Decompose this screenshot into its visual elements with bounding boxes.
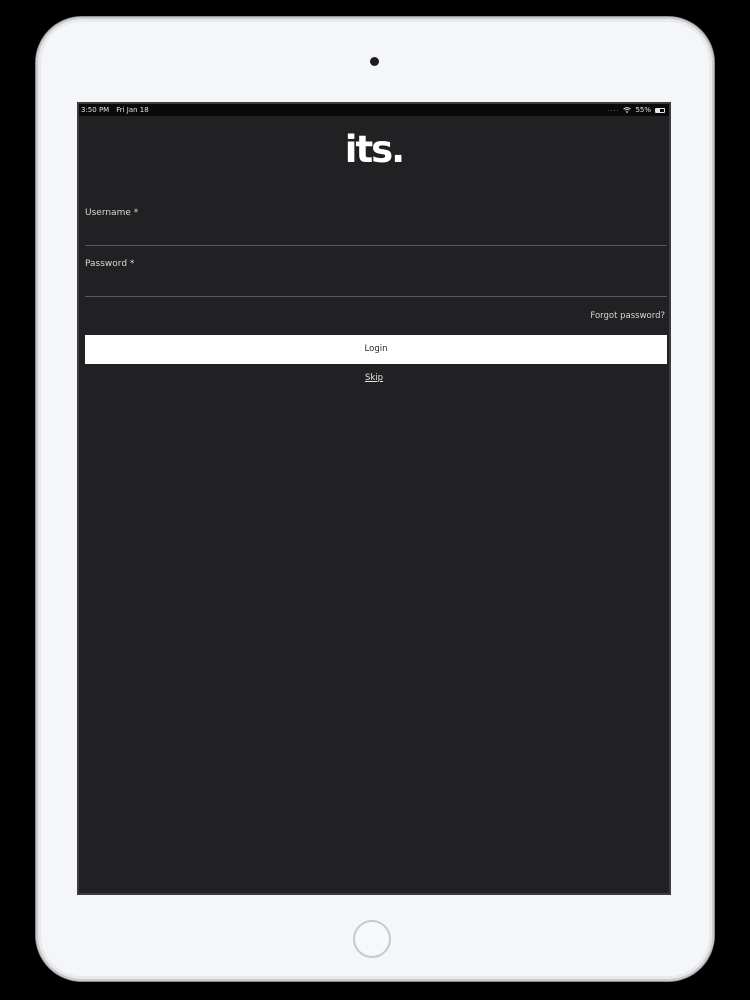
wifi-icon xyxy=(623,107,632,113)
front-camera xyxy=(370,57,379,66)
battery-percent: 55% xyxy=(635,106,651,114)
status-date: Fri Jan 18 xyxy=(116,106,149,114)
username-label: Username * xyxy=(85,208,139,218)
skip-link-container: Skip xyxy=(79,372,669,384)
status-time: 3:50 PM xyxy=(81,106,110,114)
status-bar: 3:50 PM Fri Jan 18 .... 55% xyxy=(79,104,669,116)
password-input[interactable] xyxy=(85,278,667,294)
battery-level-fill xyxy=(656,108,661,112)
skip-link[interactable]: Skip xyxy=(365,373,383,383)
signal-indicator: .... xyxy=(607,106,620,113)
password-label: Password * xyxy=(85,259,135,269)
status-bar-left: 3:50 PM Fri Jan 18 xyxy=(81,104,156,116)
status-bar-right: .... 55% xyxy=(608,104,665,116)
login-button[interactable]: Login xyxy=(85,335,667,364)
tablet-device-frame: 3:50 PM Fri Jan 18 .... 55% its. Usernam… xyxy=(36,17,714,981)
app-logo: its. xyxy=(344,128,405,171)
password-field[interactable]: Password * xyxy=(85,258,667,297)
battery-icon xyxy=(655,107,665,113)
username-field[interactable]: Username * xyxy=(85,207,667,246)
forgot-password-link[interactable]: Forgot password? xyxy=(590,310,665,322)
username-input[interactable] xyxy=(85,227,667,243)
app-screen: 3:50 PM Fri Jan 18 .... 55% its. Usernam… xyxy=(77,102,671,895)
home-button[interactable] xyxy=(353,920,391,958)
